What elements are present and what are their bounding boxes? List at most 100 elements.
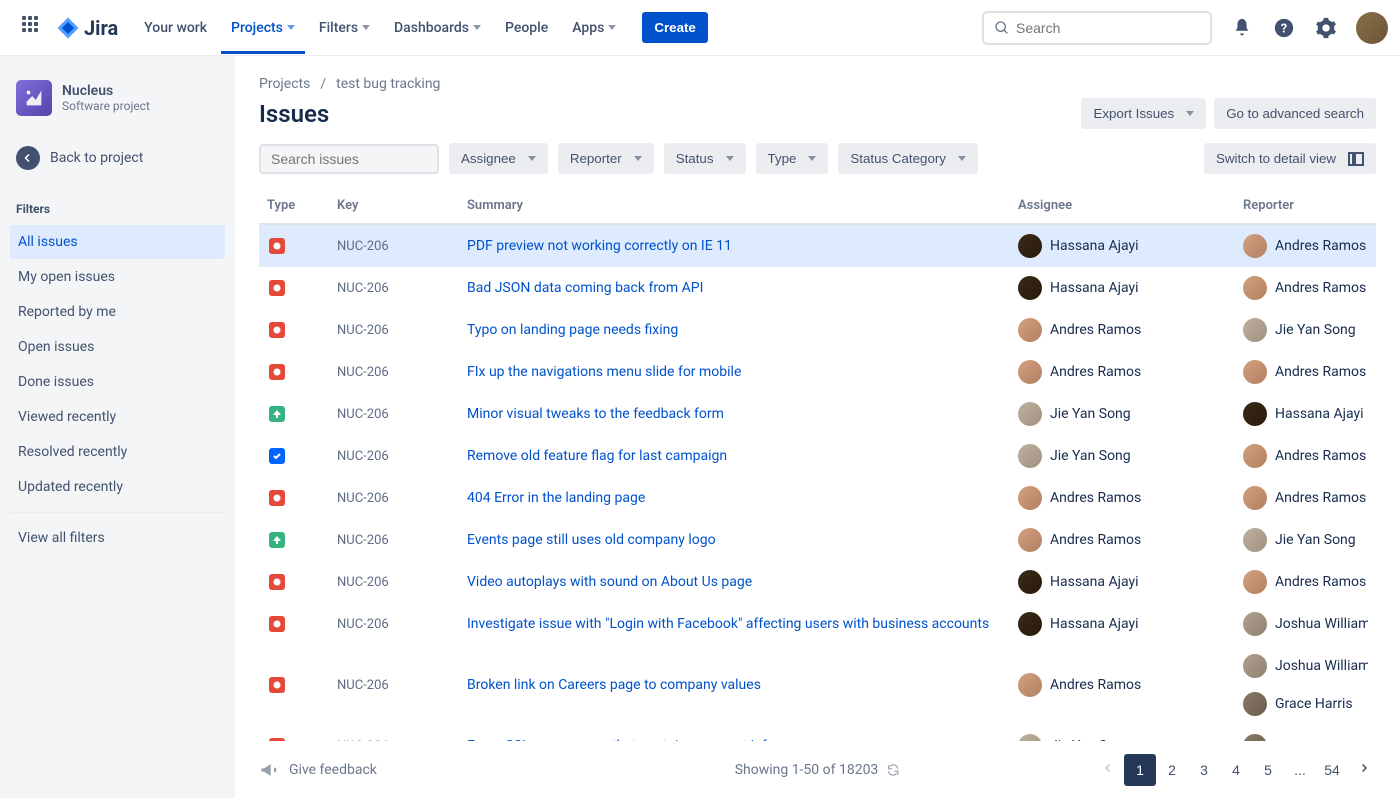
avatar xyxy=(1018,444,1042,468)
filter-assignee[interactable]: Assignee xyxy=(449,143,548,174)
issue-summary-link[interactable]: Broken link on Careers page to company v… xyxy=(467,677,761,693)
user-avatar[interactable] xyxy=(1356,12,1388,44)
issue-summary-link[interactable]: Minor visual tweaks to the feedback form xyxy=(467,406,724,422)
page-button[interactable]: 1 xyxy=(1124,754,1156,786)
issue-key[interactable]: NUC-206 xyxy=(337,323,467,338)
reporter-cell: Andres Ramos xyxy=(1243,276,1368,300)
page-button[interactable]: 54 xyxy=(1316,754,1348,786)
nav-filters[interactable]: Filters xyxy=(309,2,380,54)
issue-key[interactable]: NUC-206 xyxy=(337,239,467,254)
filter-type[interactable]: Type xyxy=(756,143,829,174)
crumb-projects[interactable]: Projects xyxy=(259,76,310,92)
table-row[interactable]: NUC-206Events page still uses old compan… xyxy=(259,519,1376,561)
issue-key[interactable]: NUC-206 xyxy=(337,575,467,590)
page-button[interactable]: 5 xyxy=(1252,754,1284,786)
table-row[interactable]: NUC-206Bad JSON data coming back from AP… xyxy=(259,267,1376,309)
issue-summary-link[interactable]: 404 Error in the landing page xyxy=(467,490,645,506)
nav-people[interactable]: People xyxy=(495,2,558,54)
sidebar-filter-item[interactable]: My open issues xyxy=(10,260,225,294)
sidebar-view-all-filters[interactable]: View all filters xyxy=(10,521,225,555)
reporter-cell: Jie Yan Song xyxy=(1243,528,1368,552)
switch-view-button[interactable]: Switch to detail view xyxy=(1204,143,1376,174)
bug-icon xyxy=(269,677,285,693)
issue-summary-link[interactable]: Video autoplays with sound on About Us p… xyxy=(467,574,752,590)
nav-apps[interactable]: Apps xyxy=(562,2,626,54)
issue-summary-link[interactable]: Typo on landing page needs fixing xyxy=(467,322,678,338)
project-card[interactable]: Nucleus Software project xyxy=(10,76,225,120)
sidebar-filter-item[interactable]: Resolved recently xyxy=(10,435,225,469)
table-row[interactable]: NUC-206Minor visual tweaks to the feedba… xyxy=(259,393,1376,435)
settings-icon[interactable] xyxy=(1314,16,1338,40)
col-type[interactable]: Type xyxy=(267,198,337,213)
bug-icon xyxy=(269,616,285,632)
table-row[interactable]: NUC-206Video autoplays with sound on Abo… xyxy=(259,561,1376,603)
issue-key[interactable]: NUC-206 xyxy=(337,678,467,693)
sidebar-filter-item[interactable]: Open issues xyxy=(10,330,225,364)
search-issues-input[interactable] xyxy=(271,151,452,167)
issue-summary-link[interactable]: Remove old feature flag for last campaig… xyxy=(467,448,727,464)
sidebar-filter-item[interactable]: Reported by me xyxy=(10,295,225,329)
assignee-cell: Hassana Ajayi xyxy=(1018,234,1243,258)
give-feedback[interactable]: Give feedback xyxy=(259,760,377,780)
avatar xyxy=(1018,276,1042,300)
table-row[interactable]: NUC-206Force SSL on any page that contai… xyxy=(259,725,1376,741)
sidebar-filter-item[interactable]: Viewed recently xyxy=(10,400,225,434)
global-search[interactable] xyxy=(982,11,1212,45)
issue-summary-link[interactable]: FIx up the navigations menu slide for mo… xyxy=(467,364,741,380)
table-row[interactable]: NUC-206404 Error in the landing pageAndr… xyxy=(259,477,1376,519)
avatar xyxy=(1243,654,1267,678)
reporter-cell xyxy=(1243,734,1368,741)
issue-key[interactable]: NUC-206 xyxy=(337,491,467,506)
col-reporter[interactable]: Reporter xyxy=(1243,198,1368,213)
sidebar-filter-item[interactable]: Done issues xyxy=(10,365,225,399)
col-key[interactable]: Key xyxy=(337,198,467,213)
col-summary[interactable]: Summary xyxy=(467,198,1018,213)
issue-key[interactable]: NUC-206 xyxy=(337,449,467,464)
filter-reporter[interactable]: Reporter xyxy=(558,143,654,174)
refresh-icon[interactable] xyxy=(886,763,900,777)
jira-brand[interactable]: Jira xyxy=(56,16,118,40)
help-icon[interactable]: ? xyxy=(1272,16,1296,40)
sidebar-filters-heading: Filters xyxy=(10,194,225,224)
table-row[interactable]: NUC-206FIx up the navigations menu slide… xyxy=(259,351,1376,393)
app-switcher-icon[interactable] xyxy=(22,16,46,40)
issue-key[interactable]: NUC-206 xyxy=(337,365,467,380)
table-row[interactable]: NUC-206Typo on landing page needs fixing… xyxy=(259,309,1376,351)
page-prev[interactable] xyxy=(1096,756,1120,784)
table-row[interactable]: NUC-206Broken link on Careers page to co… xyxy=(259,645,1376,725)
sidebar-filter-item[interactable]: All issues xyxy=(10,225,225,259)
page-button[interactable]: 2 xyxy=(1156,754,1188,786)
table-row[interactable]: NUC-206Investigate issue with "Login wit… xyxy=(259,603,1376,645)
create-button[interactable]: Create xyxy=(642,12,708,43)
chevron-down-icon xyxy=(808,156,816,161)
col-assignee[interactable]: Assignee xyxy=(1018,198,1243,213)
page-next[interactable] xyxy=(1352,756,1376,784)
nav-your-work[interactable]: Your work xyxy=(134,2,217,54)
issue-summary-link[interactable]: Events page still uses old company logo xyxy=(467,532,716,548)
page-button[interactable]: 3 xyxy=(1188,754,1220,786)
notifications-icon[interactable] xyxy=(1230,16,1254,40)
issue-summary-link[interactable]: PDF preview not working correctly on IE … xyxy=(467,238,732,254)
page-button[interactable]: 4 xyxy=(1220,754,1252,786)
top-navigation: Jira Your work Projects Filters Dashboar… xyxy=(0,0,1400,56)
issue-summary-link[interactable]: Investigate issue with "Login with Faceb… xyxy=(467,616,989,632)
search-issues[interactable] xyxy=(259,144,439,174)
issue-key[interactable]: NUC-206 xyxy=(337,281,467,296)
filter-status[interactable]: Status xyxy=(664,143,746,174)
filter-status-category[interactable]: Status Category xyxy=(838,143,978,174)
issue-key[interactable]: NUC-206 xyxy=(337,533,467,548)
table-row[interactable]: NUC-206Remove old feature flag for last … xyxy=(259,435,1376,477)
export-issues-button[interactable]: Export Issues xyxy=(1081,98,1206,129)
avatar xyxy=(1243,570,1267,594)
back-to-project[interactable]: Back to project xyxy=(10,136,225,180)
table-row[interactable]: NUC-206PDF preview not working correctly… xyxy=(259,225,1376,267)
issue-key[interactable]: NUC-206 xyxy=(337,617,467,632)
advanced-search-button[interactable]: Go to advanced search xyxy=(1214,98,1376,129)
issue-key[interactable]: NUC-206 xyxy=(337,407,467,422)
issue-summary-link[interactable]: Bad JSON data coming back from API xyxy=(467,280,703,296)
global-search-input[interactable] xyxy=(1016,20,1200,36)
nav-dashboards[interactable]: Dashboards xyxy=(384,2,491,54)
nav-projects[interactable]: Projects xyxy=(221,2,305,54)
sidebar-filter-item[interactable]: Updated recently xyxy=(10,470,225,504)
bug-icon xyxy=(269,238,285,254)
